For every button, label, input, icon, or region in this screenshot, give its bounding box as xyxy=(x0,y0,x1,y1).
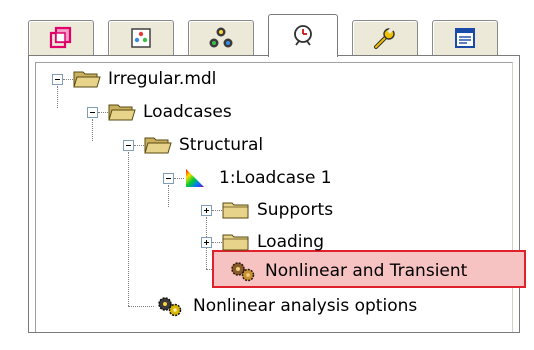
tree-item-nonlinear-options[interactable]: Nonlinear analysis options xyxy=(154,293,420,319)
tree-item-label: Nonlinear analysis options xyxy=(193,296,418,316)
folder-open-icon xyxy=(108,104,136,121)
tree-item-nonlinear-transient[interactable]: Nonlinear and Transient xyxy=(228,258,470,284)
tree-item-loadcases[interactable]: Loadcases xyxy=(87,99,235,125)
tree-connector xyxy=(134,144,144,146)
gears-icon xyxy=(158,297,182,317)
tree-connector xyxy=(174,177,184,179)
collapse-toggle[interactable] xyxy=(163,172,174,184)
tree-connector xyxy=(98,111,108,113)
tree-item-loadcase-1[interactable]: 1:Loadcase 1 xyxy=(163,165,335,191)
tree-item-label: Irregular.mdl xyxy=(108,69,217,89)
tab-layers[interactable] xyxy=(28,20,94,55)
tree-item-label: Structural xyxy=(179,135,264,155)
rainbow-loadcase-icon xyxy=(186,169,204,187)
expand-toggle[interactable] xyxy=(201,236,212,248)
palette-icon xyxy=(131,28,151,48)
tab-clock[interactable] xyxy=(268,14,338,57)
tree-connector xyxy=(212,241,222,243)
folder-open-icon xyxy=(73,71,101,88)
tree-item-loading[interactable]: Loading xyxy=(201,229,327,255)
tab-strip xyxy=(28,14,518,57)
tree-item-label: 1:Loadcase 1 xyxy=(219,168,332,188)
tree-item-model[interactable]: Irregular.mdl xyxy=(52,66,219,92)
tree-item-label: Nonlinear and Transient xyxy=(265,261,468,281)
tree-item-label: Loading xyxy=(257,232,325,252)
tree-item-label: Loadcases xyxy=(143,102,232,122)
tree-item-structural[interactable]: Structural xyxy=(123,132,266,158)
form-icon xyxy=(455,28,475,48)
tab-nodes[interactable] xyxy=(188,20,254,55)
nodes-icon xyxy=(209,27,233,48)
tree-connector xyxy=(128,152,129,306)
folder-icon xyxy=(222,202,249,219)
tree-connector xyxy=(212,209,222,211)
collapse-toggle[interactable] xyxy=(123,139,134,151)
folder-icon xyxy=(222,234,249,251)
tab-palette[interactable] xyxy=(108,20,174,55)
tree-item-supports[interactable]: Supports xyxy=(201,197,336,223)
wrench-icon xyxy=(374,27,395,49)
collapse-toggle[interactable] xyxy=(52,73,63,85)
layers-icon xyxy=(49,26,72,49)
tree-panel xyxy=(28,55,520,333)
tree-connector xyxy=(63,78,73,80)
gears-icon xyxy=(231,262,255,282)
collapse-toggle[interactable] xyxy=(87,106,98,118)
clock-icon xyxy=(294,25,312,46)
tab-wrench[interactable] xyxy=(352,20,418,55)
tree-connector xyxy=(128,306,154,307)
tab-form[interactable] xyxy=(432,20,498,55)
folder-open-icon xyxy=(144,137,172,154)
expand-toggle[interactable] xyxy=(201,204,212,216)
tree-item-label: Supports xyxy=(257,200,334,220)
